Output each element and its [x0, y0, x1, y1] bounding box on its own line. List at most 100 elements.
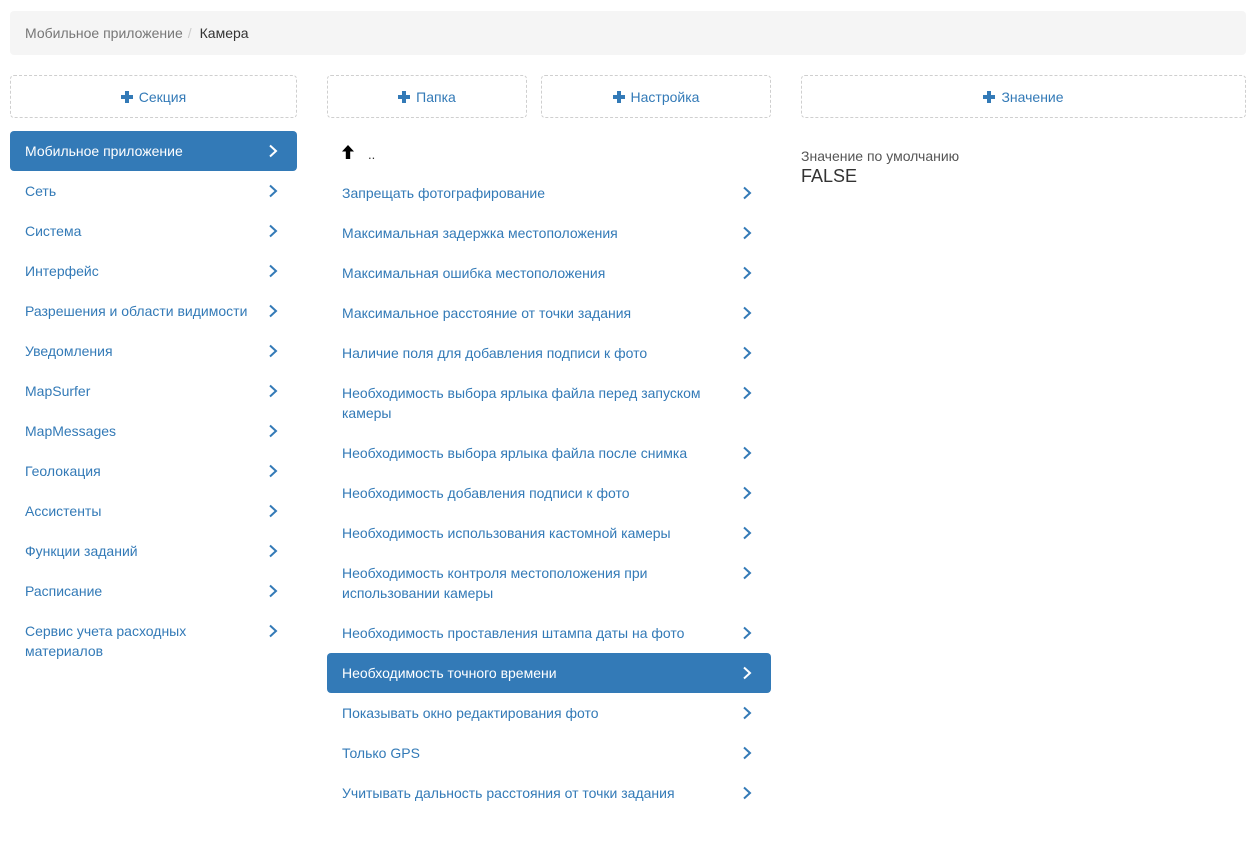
- chevron-right-icon: [266, 344, 280, 358]
- section-item[interactable]: Расписание: [10, 571, 297, 611]
- setting-item[interactable]: Необходимость проставления штампа даты н…: [327, 613, 771, 653]
- sections-list: Мобильное приложение Сеть Система Интерф…: [10, 131, 297, 671]
- setting-item[interactable]: Необходимость добавления подписи к фото: [327, 473, 771, 513]
- chevron-right-icon: [266, 504, 280, 518]
- add-setting-button[interactable]: Настройка: [541, 75, 771, 118]
- section-item[interactable]: Ассистенты: [10, 491, 297, 531]
- setting-item[interactable]: Наличие поля для добавления подписи к фо…: [327, 333, 771, 373]
- plus-icon: [120, 90, 133, 103]
- section-item[interactable]: MapMessages: [10, 411, 297, 451]
- add-value-button[interactable]: Значение: [801, 75, 1246, 118]
- setting-item[interactable]: Необходимость выбора ярлыка файла после …: [327, 433, 771, 473]
- setting-item[interactable]: Необходимость контроля местоположения пр…: [327, 553, 771, 613]
- section-item-label: MapSurfer: [25, 383, 91, 399]
- section-item-label: Мобильное приложение: [25, 143, 183, 159]
- section-item-label: Разрешения и области видимости: [25, 303, 248, 319]
- setting-item-label: Учитывать дальность расстояния от точки …: [342, 785, 675, 801]
- chevron-right-icon: [740, 706, 754, 720]
- section-item[interactable]: Интерфейс: [10, 251, 297, 291]
- setting-item-label: Только GPS: [342, 745, 420, 761]
- chevron-right-icon: [740, 746, 754, 760]
- default-value-label: Значение по умолчанию: [801, 148, 960, 164]
- setting-item[interactable]: Запрещать фотографирование: [327, 173, 771, 213]
- arrow-up-icon: [342, 145, 354, 159]
- chevron-right-icon: [266, 544, 280, 558]
- chevron-right-icon: [266, 144, 280, 158]
- chevron-right-icon: [740, 486, 754, 500]
- setting-item[interactable]: Показывать окно редактирования фото: [327, 693, 771, 733]
- chevron-right-icon: [266, 384, 280, 398]
- chevron-right-icon: [266, 584, 280, 598]
- setting-item[interactable]: Максимальная ошибка местоположения: [327, 253, 771, 293]
- section-item[interactable]: Мобильное приложение: [10, 131, 297, 171]
- section-item[interactable]: Геолокация: [10, 451, 297, 491]
- setting-item-label: Максимальная ошибка местоположения: [342, 265, 606, 281]
- section-item-label: Расписание: [25, 583, 103, 599]
- plus-icon: [612, 90, 625, 103]
- folder-up-item[interactable]: ..: [327, 131, 771, 173]
- section-item-label: Геолокация: [25, 463, 101, 479]
- setting-item-label: Максимальная задержка местоположения: [342, 225, 618, 241]
- setting-item-label: Необходимость выбора ярлыка файла перед …: [342, 385, 701, 421]
- setting-item[interactable]: Необходимость использования кастомной ка…: [327, 513, 771, 553]
- section-item[interactable]: Сервис учета расходных материалов: [10, 611, 297, 671]
- chevron-right-icon: [266, 304, 280, 318]
- add-folder-label: Папка: [416, 88, 456, 105]
- section-item-label: Ассистенты: [25, 503, 102, 519]
- folder-up-label: ..: [368, 146, 376, 162]
- default-value: FALSE: [801, 166, 858, 186]
- section-item[interactable]: Уведомления: [10, 331, 297, 371]
- breadcrumb: Мобильное приложение / Камера: [10, 11, 1246, 55]
- chevron-right-icon: [266, 184, 280, 198]
- chevron-right-icon: [266, 624, 280, 638]
- section-item[interactable]: MapSurfer: [10, 371, 297, 411]
- breadcrumb-separator: /: [187, 25, 192, 41]
- section-item-label: Система: [25, 223, 82, 239]
- section-item-label: Сеть: [25, 183, 57, 199]
- section-item-label: MapMessages: [25, 423, 117, 439]
- chevron-right-icon: [266, 464, 280, 478]
- value-panel: Значение по умолчанию FALSE: [801, 148, 959, 187]
- chevron-right-icon: [740, 626, 754, 640]
- chevron-right-icon: [740, 186, 754, 200]
- section-item[interactable]: Разрешения и области видимости: [10, 291, 297, 331]
- section-item[interactable]: Система: [10, 211, 297, 251]
- add-folder-button[interactable]: Папка: [327, 75, 527, 118]
- setting-item-label: Показывать окно редактирования фото: [342, 705, 599, 721]
- add-value-label: Значение: [1001, 88, 1064, 105]
- chevron-right-icon: [266, 224, 280, 238]
- breadcrumb-item-current: Камера: [199, 25, 249, 41]
- setting-item[interactable]: Учитывать дальность расстояния от точки …: [327, 773, 771, 813]
- setting-item-label: Необходимость добавления подписи к фото: [342, 485, 630, 501]
- setting-item-label: Необходимость контроля местоположения пр…: [342, 565, 648, 601]
- chevron-right-icon: [740, 566, 754, 580]
- setting-item-label: Необходимость использования кастомной ка…: [342, 525, 671, 541]
- setting-item-label: Необходимость точного времени: [342, 665, 557, 681]
- setting-item[interactable]: Необходимость точного времени: [327, 653, 771, 693]
- setting-item-label: Максимальное расстояние от точки задания: [342, 305, 632, 321]
- setting-item-label: Необходимость выбора ярлыка файла после …: [342, 445, 688, 461]
- chevron-right-icon: [266, 264, 280, 278]
- chevron-right-icon: [740, 266, 754, 280]
- section-item-label: Уведомления: [25, 343, 113, 359]
- plus-icon: [398, 90, 411, 103]
- breadcrumb-item-parent[interactable]: Мобильное приложение: [25, 25, 183, 41]
- add-section-button[interactable]: Секция: [10, 75, 297, 118]
- setting-item[interactable]: Только GPS: [327, 733, 771, 773]
- settings-list: .. Запрещать фотографирование Максимальн…: [327, 131, 771, 813]
- setting-item[interactable]: Максимальная задержка местоположения: [327, 213, 771, 253]
- chevron-right-icon: [266, 424, 280, 438]
- chevron-right-icon: [740, 446, 754, 460]
- chevron-right-icon: [740, 666, 754, 680]
- setting-item[interactable]: Максимальное расстояние от точки задания: [327, 293, 771, 333]
- setting-item[interactable]: Необходимость выбора ярлыка файла перед …: [327, 373, 771, 433]
- chevron-right-icon: [740, 786, 754, 800]
- chevron-right-icon: [740, 306, 754, 320]
- section-item[interactable]: Сеть: [10, 171, 297, 211]
- chevron-right-icon: [740, 526, 754, 540]
- chevron-right-icon: [740, 226, 754, 240]
- section-item-label: Интерфейс: [25, 263, 99, 279]
- setting-item-label: Наличие поля для добавления подписи к фо…: [342, 345, 648, 361]
- section-item[interactable]: Функции заданий: [10, 531, 297, 571]
- add-setting-label: Настройка: [630, 88, 700, 105]
